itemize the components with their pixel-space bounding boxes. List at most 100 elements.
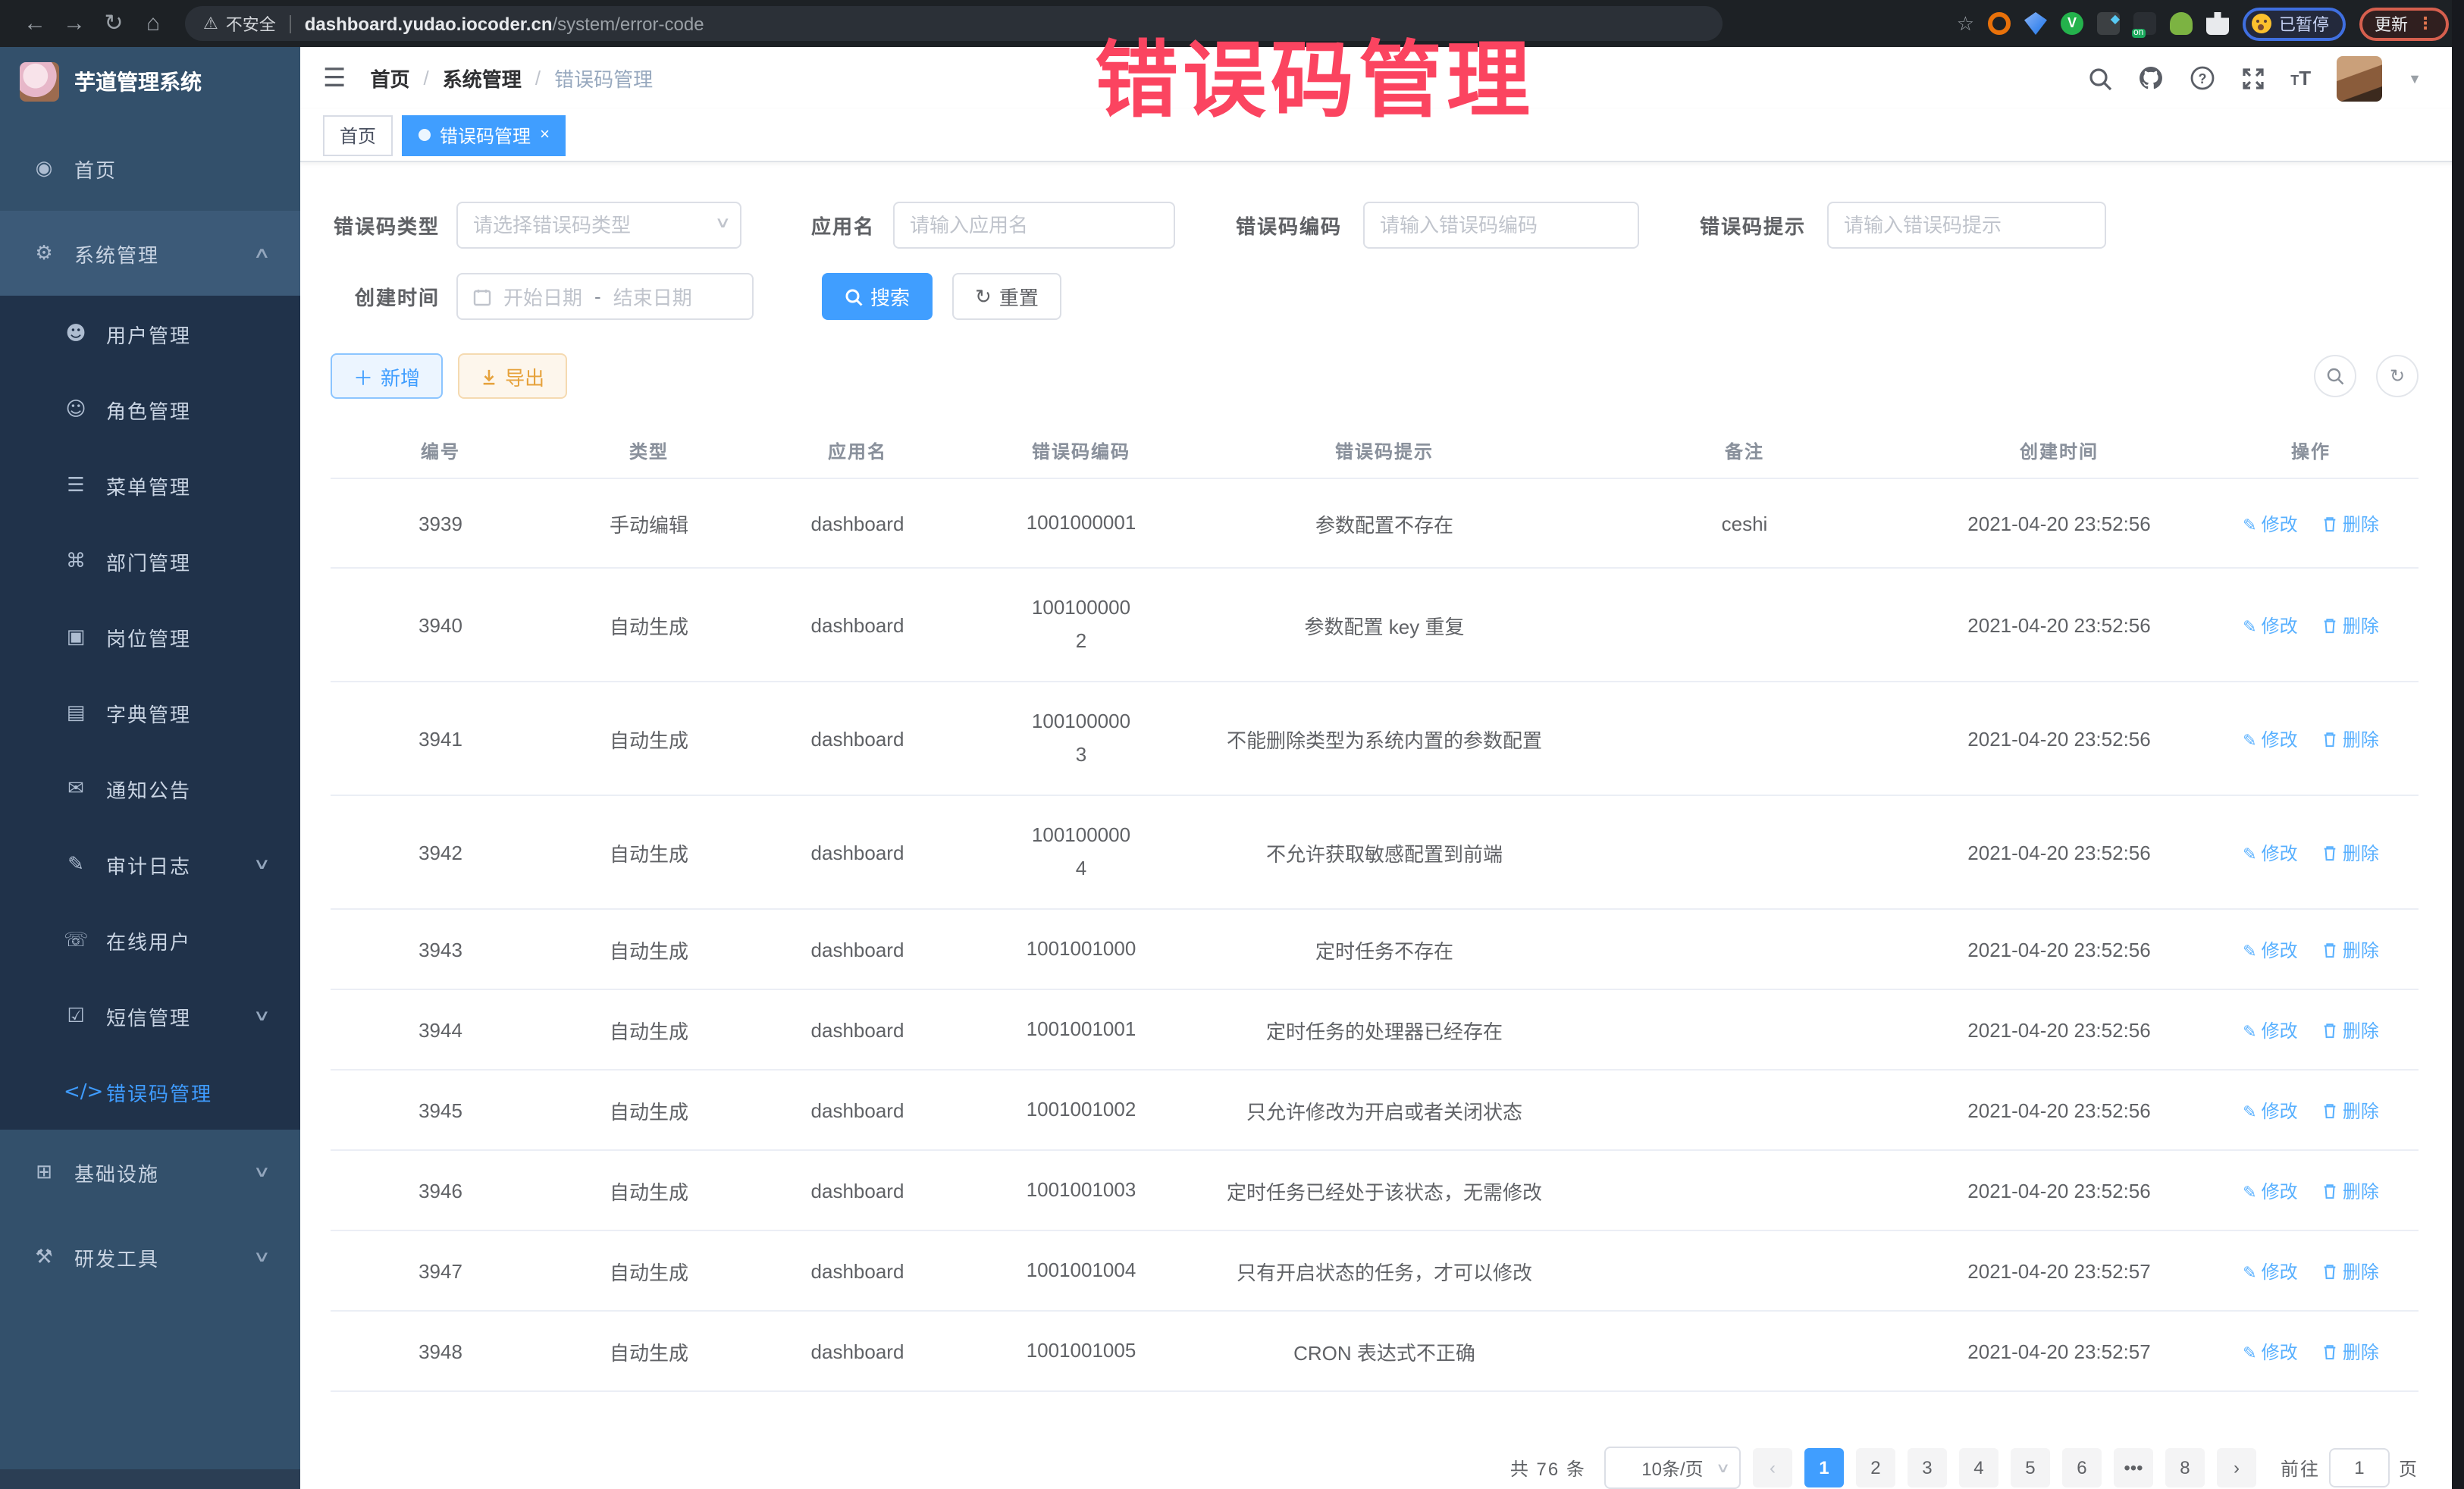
github-icon[interactable] [2137,65,2163,91]
sidebar-item-menus[interactable]: ☰ 菜单管理 [0,447,300,523]
sidebar: 芋道管理系统 ◉ 首页 ⚙ 系统管理 ∧ ☻ 用户管理 ☺ 角色管理 ☰ 菜单管… [0,47,300,1489]
cell-operations: ✎修改 删除 [2203,1230,2419,1311]
forward-icon[interactable]: → [55,0,94,47]
date-range-picker[interactable]: 开始日期 - 结束日期 [456,273,754,320]
sidebar-item-label: 岗位管理 [106,622,267,651]
delete-link[interactable]: 删除 [2321,1180,2379,1202]
sidebar-item-sms[interactable]: ☑ 短信管理 ∨ [0,978,300,1054]
page-button[interactable]: 4 [1959,1448,1998,1487]
extension-on-icon[interactable] [2133,12,2156,35]
address-bar[interactable]: ⚠ 不安全 dashboard.yudao.iocoder.cn/system/… [185,6,1723,41]
page-button[interactable]: 8 [2165,1448,2205,1487]
breadcrumb-system[interactable]: 系统管理 [443,64,522,92]
chevron-icon: ∨ [252,1008,270,1024]
goto-page-input[interactable] [2329,1448,2390,1487]
extension-icon[interactable] [2024,12,2047,35]
edit-link[interactable]: ✎修改 [2243,1180,2297,1202]
window-scrollbar[interactable] [2452,0,2464,1489]
refresh-table-button[interactable]: ↻ [2376,355,2419,397]
edit-link[interactable]: ✎修改 [2243,1341,2297,1362]
close-icon[interactable]: × [540,126,550,144]
edit-link[interactable]: ✎修改 [2243,1100,2297,1121]
extension-icon[interactable] [2170,12,2193,35]
error-msg-input[interactable] [1827,202,2106,249]
sidebar-item-roles[interactable]: ☺ 角色管理 [0,371,300,447]
sidebar-item-posts[interactable]: ▣ 岗位管理 [0,599,300,675]
edit-link[interactable]: ✎修改 [2243,1020,2297,1041]
cell-operations: ✎修改 删除 [2203,1070,2419,1150]
back-icon[interactable]: ← [15,0,55,47]
user-avatar[interactable] [2337,55,2382,101]
sidebar-item-label: 通知公告 [106,774,267,803]
page-button[interactable]: 3 [1908,1448,1947,1487]
extensions-puzzle-icon[interactable] [2206,12,2229,35]
page-button[interactable]: 2 [1856,1448,1895,1487]
sidebar-item-dev-tools[interactable]: ⚒ 研发工具 ∨ [0,1215,300,1299]
page-button[interactable]: 1 [1804,1448,1844,1487]
edit-link[interactable]: ✎修改 [2243,615,2297,636]
sidebar-item-online-users[interactable]: ☏ 在线用户 [0,902,300,978]
prev-page-button[interactable]: ‹ [1753,1448,1792,1487]
hamburger-icon[interactable]: ☰ [323,63,346,93]
edit-link[interactable]: ✎修改 [2243,939,2297,961]
chevron-down-icon[interactable]: ▼ [2408,71,2422,86]
help-icon[interactable]: ? [2189,65,2215,91]
cell-time: 2021-04-20 23:52:56 [1915,478,2203,568]
delete-link[interactable]: 删除 [2321,1261,2379,1282]
delete-link[interactable]: 删除 [2321,939,2379,961]
delete-link[interactable]: 删除 [2321,1341,2379,1362]
delete-link[interactable]: 删除 [2321,842,2379,864]
extension-icon[interactable]: V [2061,12,2083,35]
browser-menu-dots-icon[interactable]: ⋮ [2417,14,2434,33]
bookmark-star-icon[interactable]: ☆ [1957,11,1974,36]
edit-link[interactable]: ✎修改 [2243,513,2297,534]
reset-button[interactable]: ↻ 重置 [952,273,1061,320]
sidebar-item-home[interactable]: ◉ 首页 [0,126,300,211]
sidebar-item-dictionary[interactable]: ▤ 字典管理 [0,675,300,751]
delete-link[interactable]: 删除 [2321,513,2379,534]
delete-link[interactable]: 删除 [2321,1100,2379,1121]
edit-link[interactable]: ✎修改 [2243,729,2297,750]
app-name-input[interactable] [893,202,1175,249]
error-code-input[interactable] [1363,202,1639,249]
page-button[interactable]: 5 [2011,1448,2050,1487]
page-size-select[interactable]: 10条/页 ∨ [1604,1447,1741,1489]
breadcrumb-home[interactable]: 首页 [371,64,410,92]
page-button[interactable]: ••• [2114,1448,2153,1487]
reload-icon[interactable]: ↻ [94,0,133,47]
extension-icon[interactable] [1988,12,2011,35]
page-unit-label: 页 [2399,1455,2419,1481]
add-button[interactable]: ＋ 新增 [331,353,443,399]
fullscreen-icon[interactable] [2240,66,2265,90]
cell-memo: ceshi [1574,478,1915,568]
export-button[interactable]: 导出 [458,353,567,399]
sidebar-item-audit-log[interactable]: ✎ 审计日志 ∨ [0,826,300,902]
sidebar-item-notice[interactable]: ✉ 通知公告 [0,751,300,826]
paused-extension-pill[interactable]: 已暂停 [2243,7,2346,40]
edit-link[interactable]: ✎修改 [2243,842,2297,864]
search-button[interactable]: 搜索 [822,273,933,320]
table-header-row: 编号 类型 应用名 错误码编码 错误码提示 备注 创建时间 操作 [331,423,2419,478]
edit-link[interactable]: ✎修改 [2243,1261,2297,1282]
sidebar-item-infrastructure[interactable]: ⊞ 基础设施 ∨ [0,1130,300,1215]
sidebar-item-error-code[interactable]: </> 错误码管理 [0,1054,300,1130]
toggle-search-button[interactable] [2314,355,2356,397]
sidebar-item-system[interactable]: ⚙ 系统管理 ∧ [0,211,300,296]
delete-link[interactable]: 删除 [2321,729,2379,750]
sidebar-collapse-bar[interactable] [0,1469,300,1489]
font-size-icon[interactable]: TT [2290,67,2311,89]
search-icon[interactable] [2087,66,2111,90]
error-type-select[interactable] [456,202,741,249]
delete-link[interactable]: 删除 [2321,615,2379,636]
tag-view-tab[interactable]: 错误码管理 × [402,114,566,155]
page-button[interactable]: 6 [2062,1448,2102,1487]
next-page-button[interactable]: › [2217,1448,2256,1487]
home-icon[interactable]: ⌂ [133,0,173,47]
tag-view-tab[interactable]: 首页 × [323,114,393,155]
browser-update-button[interactable]: 更新 ⋮ [2359,7,2449,40]
delete-link[interactable]: 删除 [2321,1020,2379,1041]
app-logo[interactable]: 芋道管理系统 [0,47,300,117]
sidebar-item-users[interactable]: ☻ 用户管理 [0,296,300,371]
sidebar-item-departments[interactable]: ⌘ 部门管理 [0,523,300,599]
extension-icon[interactable] [2097,12,2120,35]
